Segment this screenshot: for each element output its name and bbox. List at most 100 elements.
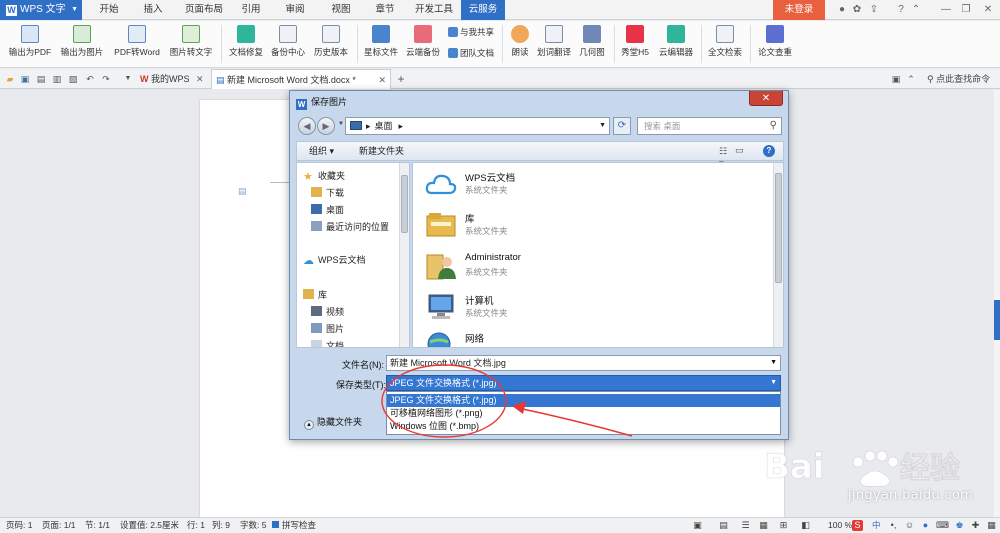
- paragraph-handle-icon[interactable]: ▤: [238, 186, 248, 196]
- doc-repair-button[interactable]: 文档修复: [226, 23, 266, 65]
- expand-icon[interactable]: ⌃: [910, 4, 922, 16]
- chevron-down-icon[interactable]: ▼: [770, 376, 777, 390]
- settings-icon[interactable]: ✿: [851, 4, 863, 16]
- undo-icon[interactable]: ↶: [84, 73, 96, 85]
- tab-references[interactable]: 引用: [234, 0, 268, 20]
- chevron-down-icon[interactable]: ▼: [122, 73, 134, 85]
- vertical-scrollbar[interactable]: [994, 90, 1000, 517]
- nav-videos[interactable]: 视频: [311, 305, 344, 318]
- help-icon[interactable]: ?: [763, 145, 775, 157]
- close-icon[interactable]: ✕: [378, 70, 386, 90]
- skin-icon[interactable]: ●: [836, 4, 848, 16]
- keyboard-icon[interactable]: ⌨: [936, 520, 949, 531]
- shared-with-me-button[interactable]: 与我共享: [448, 26, 494, 38]
- history-button[interactable]: 历史版本: [310, 23, 352, 65]
- voice-icon[interactable]: ●: [920, 520, 931, 531]
- close-icon[interactable]: ✕: [982, 4, 994, 16]
- export-icon[interactable]: ▧: [67, 73, 79, 85]
- save-icon[interactable]: ▣: [19, 73, 31, 85]
- nav-scrollbar[interactable]: [399, 163, 409, 347]
- organize-button[interactable]: 组织 ▾: [309, 142, 334, 160]
- new-tab-icon[interactable]: +: [395, 73, 407, 85]
- app-menu-button[interactable]: W WPS 文字 ▼: [0, 0, 82, 20]
- nav-library[interactable]: 库: [303, 288, 327, 301]
- redo-icon[interactable]: ↷: [100, 73, 112, 85]
- page-view-icon[interactable]: ▤: [718, 520, 729, 531]
- tab-start[interactable]: 开始: [92, 0, 126, 20]
- backup-center-button[interactable]: 备份中心: [269, 23, 307, 65]
- tab-page-layout[interactable]: 页面布局: [180, 0, 228, 20]
- chevron-down-icon[interactable]: ▼: [599, 118, 606, 134]
- recent-locations-icon[interactable]: ▼: [338, 121, 344, 127]
- nav-recent[interactable]: 最近访问的位置: [311, 220, 389, 233]
- open-folder-icon[interactable]: ▰: [4, 73, 16, 85]
- zoom-level[interactable]: 100 %: [828, 518, 852, 533]
- search-input[interactable]: 搜索 桌面 ⚲: [637, 117, 782, 135]
- help-icon[interactable]: ?: [895, 4, 907, 16]
- tab-review[interactable]: 审阅: [278, 0, 312, 20]
- export-image-button[interactable]: 输出为图片: [57, 23, 107, 65]
- ime-mode[interactable]: 中: [872, 518, 881, 533]
- option-jpg[interactable]: JPEG 文件交换格式 (*.jpg): [387, 394, 780, 407]
- filename-field[interactable]: 新建 Microsoft Word 文档.jpg ▼: [386, 355, 781, 371]
- read-view-icon[interactable]: ▦: [758, 520, 769, 531]
- close-icon[interactable]: ✕: [196, 74, 204, 84]
- sogou-ime-icon[interactable]: S: [852, 520, 863, 531]
- cloud-editor-button[interactable]: 云编辑器: [656, 23, 696, 65]
- read-aloud-button[interactable]: 朗读: [506, 23, 534, 65]
- toolbox-icon[interactable]: ✚: [970, 520, 981, 531]
- refresh-button[interactable]: ⟳: [613, 117, 631, 135]
- option-bmp[interactable]: Windows 位图 (*.bmp): [387, 420, 780, 433]
- fullscreen-icon[interactable]: ▣: [692, 520, 703, 531]
- comment-icon[interactable]: ▣: [890, 73, 902, 85]
- scroll-thumb[interactable]: [401, 175, 408, 233]
- breadcrumb[interactable]: 桌面: [375, 121, 393, 131]
- word-translate-button[interactable]: 划词翻译: [534, 23, 574, 65]
- address-bar[interactable]: ▸ 桌面 ▸ ▼: [345, 117, 610, 135]
- punctuation-icon[interactable]: •,: [888, 520, 899, 531]
- outline-view-icon[interactable]: ☰: [740, 520, 751, 531]
- tab-cloud-service[interactable]: 云服务: [461, 0, 505, 20]
- starred-files-button[interactable]: 星标文件: [361, 23, 401, 65]
- file-scrollbar[interactable]: [773, 163, 783, 347]
- image-to-text-button[interactable]: 图片转文字: [166, 23, 216, 65]
- tab-developer[interactable]: 开发工具: [410, 0, 458, 20]
- web-view-icon[interactable]: ⊞: [778, 520, 789, 531]
- login-button[interactable]: 未登录: [773, 0, 825, 20]
- geometry-button[interactable]: 几何图: [576, 23, 608, 65]
- scroll-thumb[interactable]: [775, 173, 782, 283]
- team-docs-button[interactable]: 团队文档: [448, 47, 494, 59]
- tab-document[interactable]: ▤ 新建 Microsoft Word 文档.docx * ✕: [211, 69, 391, 89]
- full-text-search-button[interactable]: 全文检索: [705, 23, 745, 65]
- chevron-down-icon[interactable]: ▼: [770, 356, 777, 370]
- nav-wps-cloud[interactable]: ☁ WPS云文档: [303, 253, 366, 267]
- nav-pictures[interactable]: 图片: [311, 322, 344, 335]
- collapse-icon[interactable]: ⌃: [905, 73, 917, 85]
- tab-view[interactable]: 视图: [324, 0, 358, 20]
- protect-view-icon[interactable]: ◧: [800, 520, 811, 531]
- dialog-close-button[interactable]: ✕: [749, 91, 783, 106]
- back-button[interactable]: ◀: [298, 117, 316, 135]
- skin-icon[interactable]: ♚: [954, 520, 965, 531]
- minimize-icon[interactable]: —: [940, 4, 952, 16]
- export-pdf-button[interactable]: 输出为PDF: [6, 23, 54, 65]
- share-icon[interactable]: ⇪: [868, 4, 880, 16]
- hide-folders-toggle[interactable]: ▲ 隐藏文件夹: [304, 415, 362, 430]
- nav-downloads[interactable]: 下载: [311, 186, 344, 199]
- side-panel-toggle[interactable]: [994, 300, 1000, 340]
- print-preview-icon[interactable]: ▤: [35, 73, 47, 85]
- search-command[interactable]: ⚲ 点此查找命令: [927, 69, 990, 89]
- restore-icon[interactable]: ❐: [960, 4, 972, 16]
- new-folder-button[interactable]: 新建文件夹: [359, 142, 404, 160]
- grid-icon[interactable]: ▦: [986, 520, 997, 531]
- cloud-backup-button[interactable]: 云端备份: [403, 23, 443, 65]
- nav-documents[interactable]: 文档: [311, 339, 344, 347]
- preview-pane-icon[interactable]: ▭: [735, 145, 747, 157]
- print-icon[interactable]: ▥: [51, 73, 63, 85]
- file-type-select[interactable]: JPEG 文件交换格式 (*.jpg) ▼: [386, 375, 781, 391]
- pdf-to-word-button[interactable]: PDF转Word: [110, 23, 164, 65]
- option-png[interactable]: 可移植网络图形 (*.png): [387, 407, 780, 420]
- spell-check-toggle[interactable]: 拼写检查: [272, 518, 316, 533]
- plagiarism-check-button[interactable]: 论文查重: [754, 23, 796, 65]
- xiutang-h5-button[interactable]: 秀堂H5: [618, 23, 652, 65]
